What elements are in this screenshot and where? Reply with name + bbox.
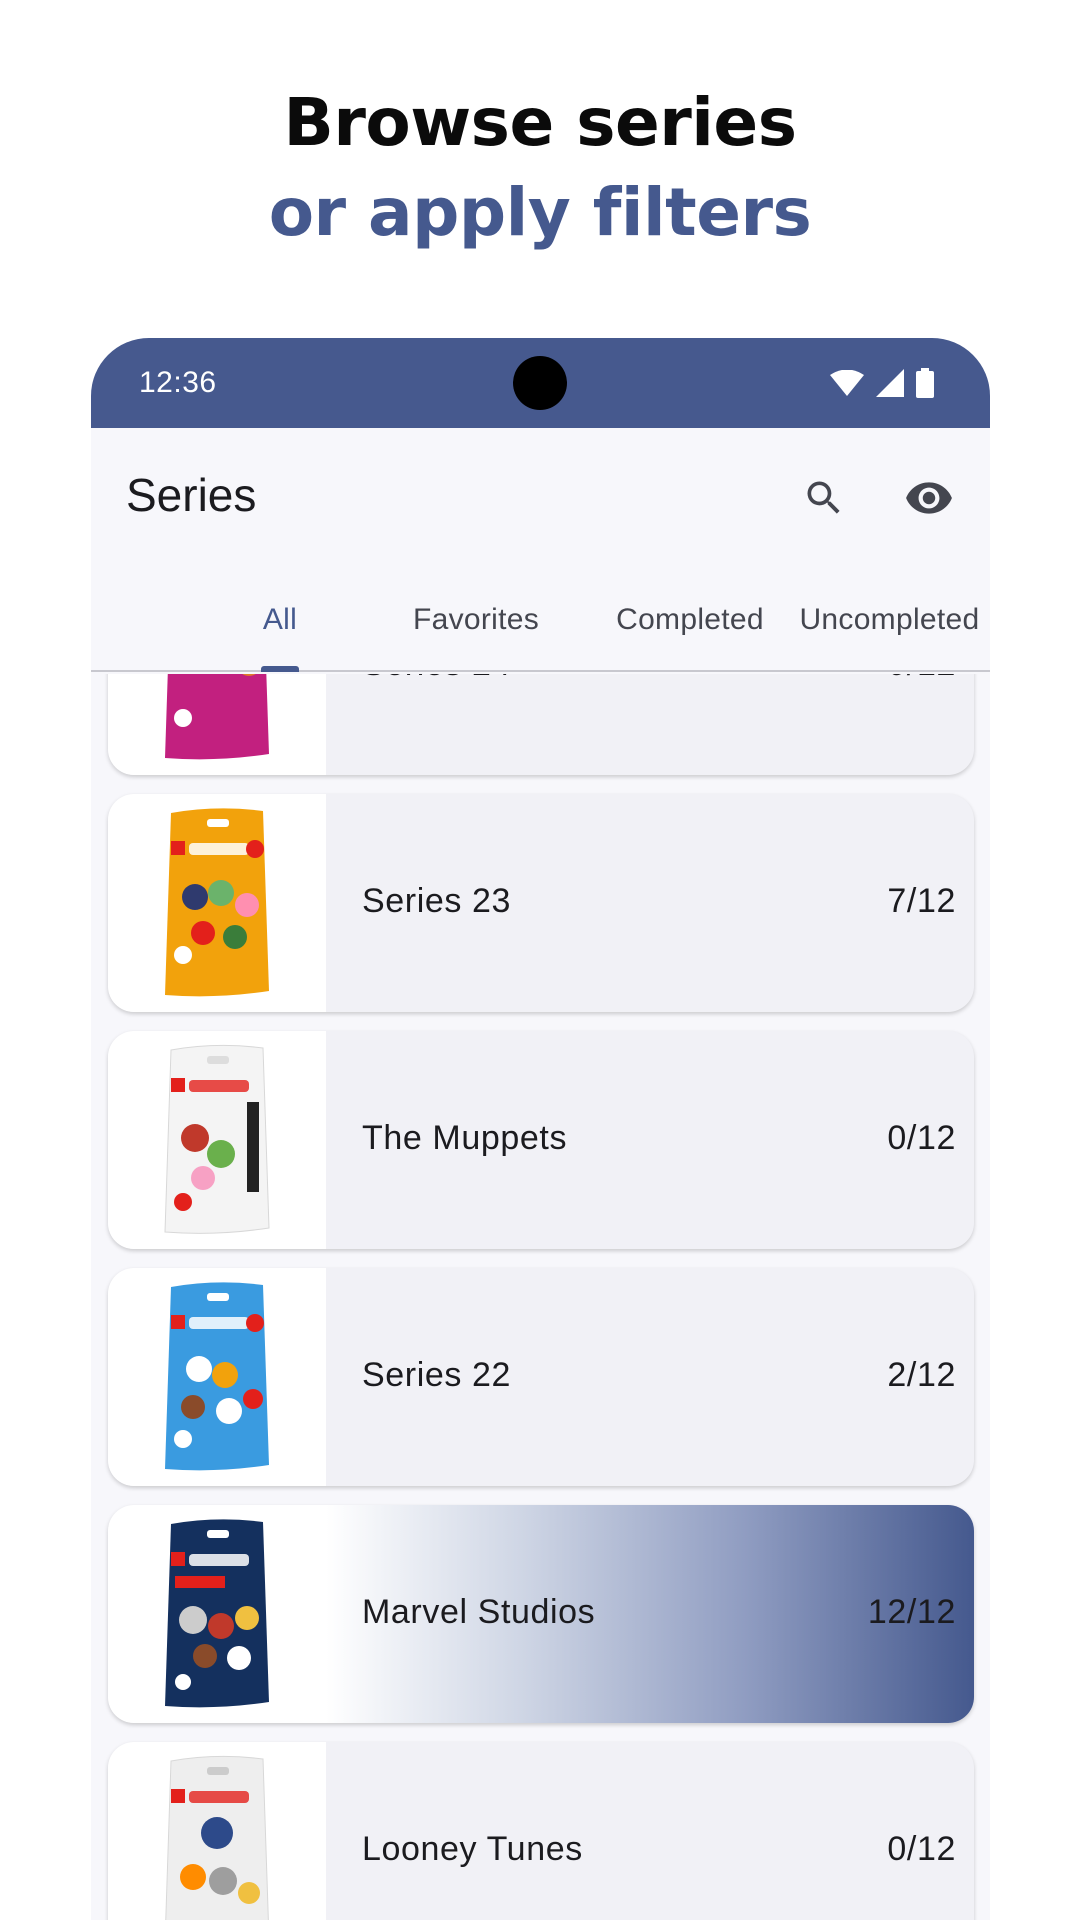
eye-icon (904, 473, 954, 527)
series-name: Series 24 (362, 674, 511, 684)
series-card[interactable]: Series 22 2/12 (108, 1268, 974, 1486)
series-thumbnail (108, 794, 326, 1012)
tab-label: Favorites (412, 603, 540, 636)
promo-headline: Browse series or apply filters (0, 78, 1080, 258)
series-name: Marvel Studios (362, 1593, 596, 1631)
minifigure-bag-icon (164, 1044, 270, 1234)
minifigure-bag-icon (165, 674, 269, 760)
series-info: Marvel Studios 12/12 (326, 1505, 974, 1723)
series-info: The Muppets 0/12 (326, 1031, 974, 1249)
status-time: 12:36 (139, 366, 217, 399)
wifi-icon (830, 370, 864, 396)
tab-favorites[interactable]: Favorites (361, 568, 591, 672)
tab-uncompleted[interactable]: Uncompleted (789, 568, 990, 672)
series-info: Series 22 2/12 (326, 1268, 974, 1486)
series-name: Series 22 (362, 1356, 512, 1394)
series-card[interactable]: The Muppets 0/12 (108, 1031, 974, 1249)
series-thumbnail (108, 674, 326, 775)
series-progress: 7/12 (887, 882, 956, 920)
screen-title: Series (126, 469, 257, 521)
series-card[interactable]: Looney Tunes 0/12 (108, 1742, 974, 1920)
tab-label: Completed (616, 603, 764, 636)
visibility-button[interactable] (893, 464, 965, 536)
series-progress: 0/12 (887, 1830, 956, 1868)
series-info: Series 24 0/12 (326, 674, 974, 775)
filter-tabs: All Favorites Completed Uncompleted (91, 568, 990, 672)
minifigure-bag-icon (165, 1282, 269, 1471)
search-icon (802, 476, 846, 524)
signal-icon (876, 369, 904, 397)
series-info: Series 23 7/12 (326, 794, 974, 1012)
minifigure-bag-icon (165, 1519, 269, 1708)
headline-line-2: or apply filters (268, 174, 812, 251)
tab-completed[interactable]: Completed (591, 568, 789, 672)
series-thumbnail (108, 1268, 326, 1486)
series-thumbnail (108, 1742, 326, 1920)
tab-all[interactable]: All (199, 568, 361, 672)
phone-frame: 12:36 Series All Favorites Completed Unc… (91, 338, 990, 1920)
series-thumbnail (108, 1505, 326, 1723)
battery-icon (916, 368, 934, 398)
series-name: Looney Tunes (362, 1830, 583, 1868)
series-progress: 0/12 (887, 1119, 956, 1157)
status-icons (830, 368, 934, 398)
tab-label: Uncompleted (799, 603, 980, 636)
series-card[interactable]: Series 23 7/12 (108, 794, 974, 1012)
series-name: Series 23 (362, 882, 512, 920)
minifigure-bag-icon (165, 1755, 269, 1920)
series-card[interactable]: Series 24 0/12 (108, 674, 974, 775)
top-app-bar: Series (91, 428, 990, 568)
camera-cutout (513, 356, 567, 410)
series-list[interactable]: Series 24 0/12 Series 23 7/12 (91, 674, 990, 1920)
search-button[interactable] (788, 464, 860, 536)
tab-label: All (262, 603, 298, 636)
series-progress: 0/12 (887, 674, 956, 684)
series-card[interactable]: Marvel Studios 12/12 (108, 1505, 974, 1723)
series-progress: 12/12 (867, 1593, 956, 1631)
status-bar: 12:36 (91, 338, 990, 428)
series-progress: 2/12 (887, 1356, 956, 1394)
series-info: Looney Tunes 0/12 (326, 1742, 974, 1920)
headline-line-1: Browse series (283, 84, 797, 161)
active-tab-indicator (261, 666, 299, 672)
minifigure-bag-icon (165, 808, 269, 997)
series-thumbnail (108, 1031, 326, 1249)
series-name: The Muppets (362, 1119, 568, 1157)
